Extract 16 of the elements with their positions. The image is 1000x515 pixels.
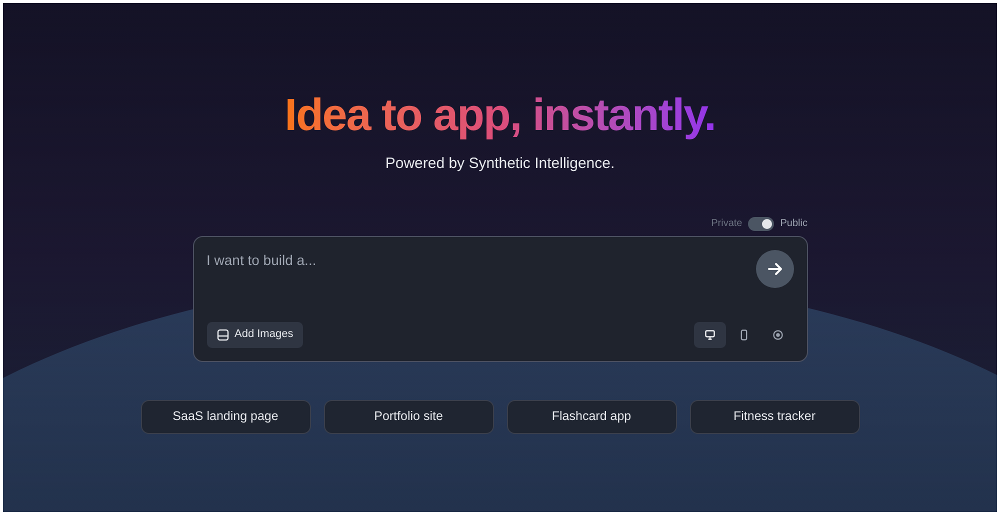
circle-icon [772,328,784,340]
desktop-icon [704,328,716,340]
submit-button[interactable] [756,250,794,288]
visibility-toggle[interactable] [748,216,774,230]
device-toggle[interactable] [694,322,726,348]
toggle-label: Private [711,217,742,231]
suggestion-chip[interactable]: Fitness tracker [690,400,860,434]
add-images-button[interactable]: Add Images [206,322,304,348]
prompt-field[interactable]: I want to build a... [206,250,756,270]
arrow-right-icon [766,260,782,276]
toggle-label: Public [780,217,808,231]
subtitle: Powered by Synthetic Intelligence. [385,154,615,174]
suggestion-chip[interactable]: Flashcard app [506,400,676,434]
image-icon [216,328,228,340]
suggestion-chip[interactable]: SaaS landing page [140,400,310,434]
suggestion-chip[interactable]: Portfolio site [324,400,494,434]
